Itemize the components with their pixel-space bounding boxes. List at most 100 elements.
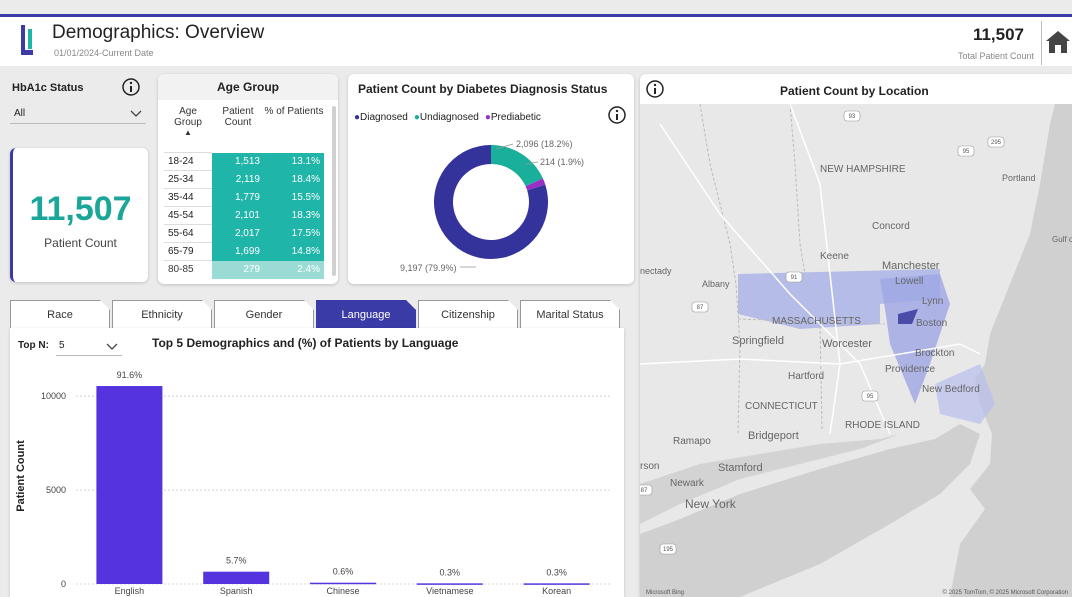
age-cell: 25-34 [164, 170, 212, 189]
tab-race[interactable]: Race [10, 300, 110, 328]
tab-language[interactable]: Language [316, 300, 416, 328]
count-cell: 279 [212, 260, 264, 279]
col-header-pct-patients[interactable]: % of Patients [264, 106, 324, 152]
road-shield: 91 [791, 275, 798, 281]
table-row[interactable]: 80-85 279 2.4% [164, 260, 324, 279]
donut-slice-undiagnosed[interactable] [491, 145, 543, 187]
x-tick-label: Korean [542, 586, 571, 596]
age-cell: 80-85 [164, 260, 212, 279]
y-tick-label: 10000 [41, 391, 66, 401]
map-label: Boston [916, 318, 947, 329]
map-label: New Bedford [922, 384, 980, 395]
road-shield: 87 [641, 488, 648, 494]
road-shield: 87 [697, 305, 704, 311]
bar-data-label: 5.7% [226, 556, 247, 566]
age-cell: 18-24 [164, 152, 212, 171]
bar-data-label: 91.6% [117, 370, 143, 380]
chevron-down-icon [106, 343, 118, 350]
count-cell: 2,017 [212, 224, 264, 243]
table-row[interactable]: 35-44 1,779 15.5% [164, 188, 324, 207]
table-row[interactable]: 18-24 1,513 13.1% [164, 152, 324, 171]
label-diagnosed: 9,197 (79.9%) [400, 263, 457, 273]
map-label: MASSACHUSETTS [772, 316, 861, 327]
pct-cell: 15.5% [264, 188, 324, 207]
topn-label: Top N: [18, 340, 49, 351]
patient-count-card: 11,507 Patient Count [10, 148, 148, 282]
info-icon[interactable] [122, 78, 140, 96]
donut-chart: 2,096 (18.2%) 214 (1.9%) 9,197 (79.9%) [400, 139, 584, 273]
map-credit-bing: Microsoft Bing [646, 590, 684, 596]
map-label: Lowell [895, 276, 923, 287]
pct-cell: 18.3% [264, 206, 324, 225]
map-label: Manchester [882, 260, 940, 272]
tab-ethnicity[interactable]: Ethnicity [112, 300, 212, 328]
kpi-value: 11,507 [29, 190, 132, 228]
map-label: Brockton [915, 348, 954, 359]
age-group-panel: Age Group Age Group ▲ Patient Count % of … [158, 74, 338, 284]
bar-english[interactable] [96, 386, 163, 584]
map-label: Newark [670, 478, 705, 489]
table-row[interactable]: 25-34 2,119 18.4% [164, 170, 324, 189]
y-axis-label: Patient Count [15, 440, 27, 512]
map-label: CONNECTICUT [745, 401, 818, 412]
location-map-panel: Patient Count by Location NEW HAMPSHIRE … [640, 74, 1072, 597]
table-scrollbar[interactable] [332, 106, 336, 276]
map-label: Stamford [718, 462, 763, 474]
table-row[interactable]: 45-54 2,101 18.3% [164, 206, 324, 225]
hba1c-slicer: HbA1c Status All [0, 74, 152, 130]
hba1c-dropdown-value: All [14, 108, 26, 119]
x-tick-label: Spanish [220, 586, 253, 596]
hba1c-dropdown[interactable]: All [10, 104, 146, 124]
count-cell: 1,699 [212, 242, 264, 261]
page-title: Demographics: Overview [52, 22, 265, 43]
road-shield: 295 [991, 140, 1002, 146]
map-label: Springfield [732, 335, 784, 347]
chevron-down-icon [130, 110, 142, 117]
y-tick-label: 5000 [46, 485, 66, 495]
label-undiagnosed: 2,096 (18.2%) [516, 139, 573, 149]
topn-dropdown[interactable]: 5 [56, 336, 122, 356]
pct-cell: 13.1% [264, 152, 324, 171]
map-label: Bridgeport [748, 430, 799, 442]
age-group-title: Age Group [158, 74, 338, 100]
road-shield: 195 [663, 547, 674, 553]
map-label: Gulf of [1052, 235, 1072, 244]
count-cell: 1,513 [212, 152, 264, 171]
bar-spanish[interactable] [203, 571, 270, 584]
total-patient-count-value: 11,507 [972, 25, 1024, 44]
table-row[interactable]: 55-64 2,017 17.5% [164, 224, 324, 243]
map-label: nectady [640, 266, 672, 276]
map-title: Patient Count by Location [780, 84, 929, 98]
map-label: Providence [885, 364, 935, 375]
road-shield: 95 [963, 149, 970, 155]
tab-citizenship[interactable]: Citizenship [418, 300, 518, 328]
hba1c-label: HbA1c Status [12, 82, 84, 94]
map-label: Ramapo [673, 436, 711, 447]
count-cell: 1,779 [212, 188, 264, 207]
header-bar: Demographics: Overview 01/01/2024-Curren… [0, 14, 1072, 66]
map-canvas[interactable]: NEW HAMPSHIRE Portland Gulf of Concord K… [640, 104, 1072, 597]
map-label: Hartford [788, 371, 824, 382]
date-range-text: 01/01/2024-Current Date [54, 48, 154, 58]
age-table-body: 18-24 1,513 13.1% 25-34 2,119 18.4% 35-44 1,779… [164, 152, 324, 279]
diagnosis-status-panel: Patient Count by Diabetes Diagnosis Stat… [348, 74, 634, 284]
label-prediabetic: 214 (1.9%) [540, 157, 584, 167]
map-label: rson [640, 461, 659, 472]
bar-chinese[interactable] [310, 582, 376, 585]
tab-gender[interactable]: Gender [214, 300, 314, 328]
home-icon[interactable] [1046, 31, 1070, 53]
map-label: Keene [820, 251, 849, 262]
bar-vietnamese[interactable] [416, 583, 483, 585]
bar-korean[interactable] [523, 583, 590, 585]
col-header-patient-count[interactable]: Patient Count [212, 106, 264, 152]
info-icon[interactable] [646, 80, 664, 98]
pct-cell: 14.8% [264, 242, 324, 261]
bar-data-label: 0.3% [546, 567, 567, 577]
map-label: RHODE ISLAND [845, 420, 920, 431]
pct-cell: 17.5% [264, 224, 324, 243]
tab-marital-status[interactable]: Marital Status [520, 300, 620, 328]
age-cell: 55-64 [164, 224, 212, 243]
table-row[interactable]: 65-79 1,699 14.8% [164, 242, 324, 261]
bar-chart-title: Top 5 Demographics and (%) of Patients b… [152, 336, 459, 350]
col-header-age-group[interactable]: Age Group ▲ [164, 106, 212, 152]
